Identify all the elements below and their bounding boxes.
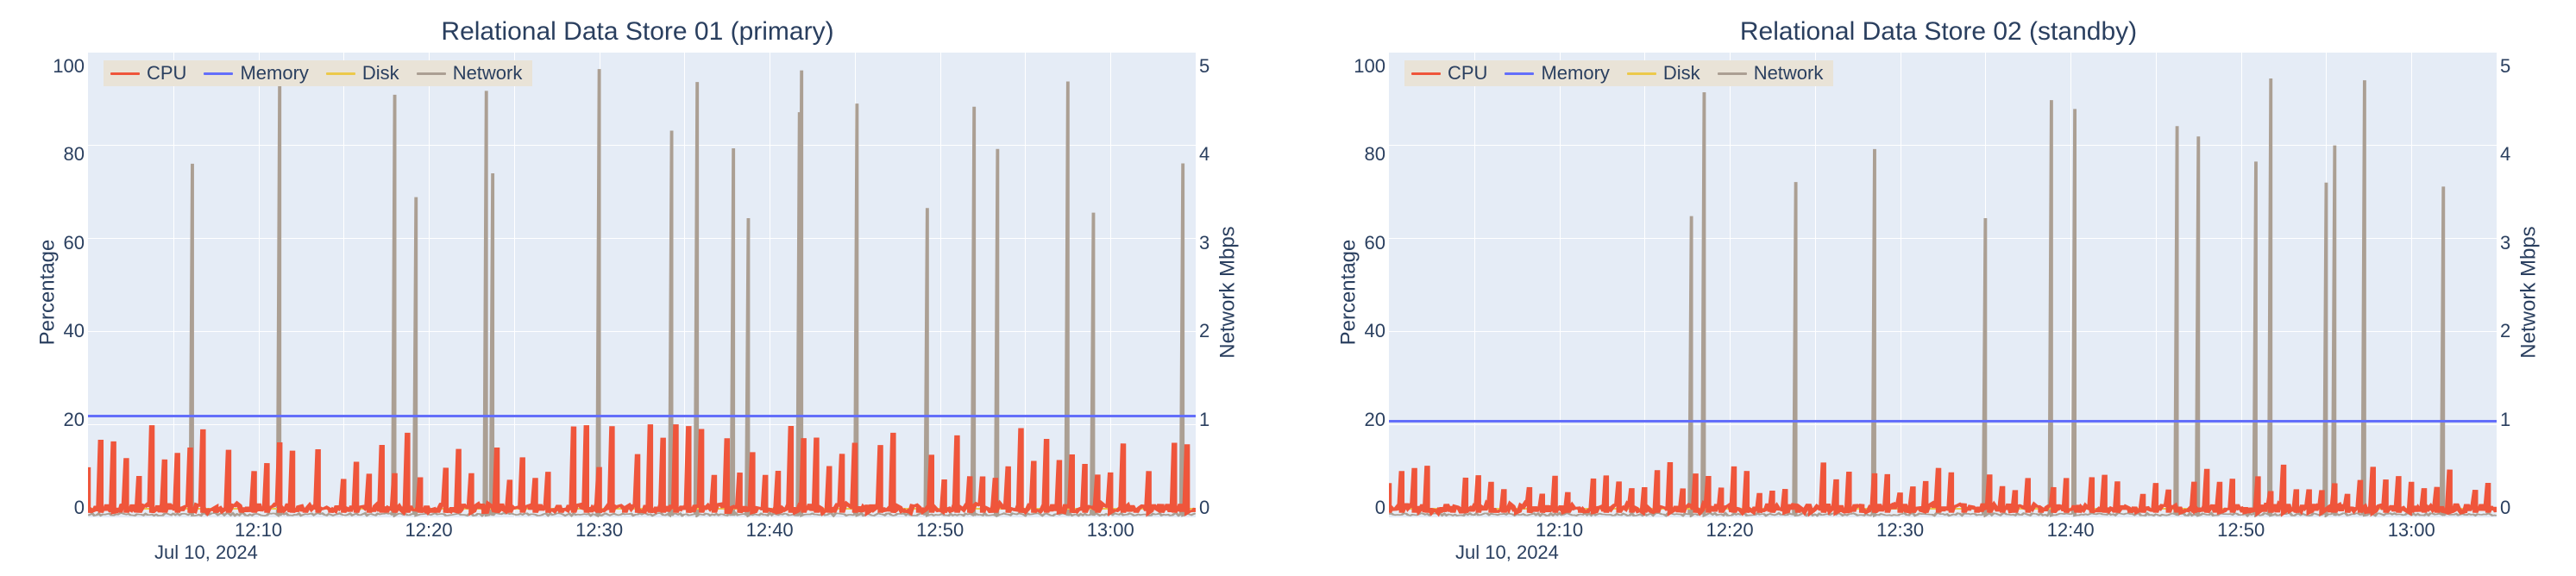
y-tick-right: 2 xyxy=(1199,320,1209,342)
legend: CPU Memory Disk Network xyxy=(104,60,532,86)
x-tick: 12:50 xyxy=(916,519,964,542)
legend-item-disk[interactable]: Disk xyxy=(1620,60,1711,86)
y-tick-right: 0 xyxy=(1199,497,1209,519)
y-tick-left: 80 xyxy=(1365,143,1385,166)
dashboard: Percentage Network Mbps Relational Data … xyxy=(0,0,2576,576)
plot-wrap: 100806040200 CPUMemoryDiskNetwork Jul 10… xyxy=(1335,52,2541,567)
legend-item-network[interactable]: Network xyxy=(1711,60,1834,86)
x-tick: 12:20 xyxy=(405,519,453,542)
x-axis-date: Jul 10, 2024 xyxy=(154,542,258,564)
x-tick: 12:40 xyxy=(746,519,794,542)
y-tick-right: 4 xyxy=(1199,143,1209,166)
legend-label: Disk xyxy=(1663,62,1700,85)
y-tick-right: 5 xyxy=(1199,55,1209,78)
y-tick-right: 4 xyxy=(2500,143,2510,166)
chart-panel-1: Percentage Network Mbps Relational Data … xyxy=(1335,17,2541,567)
x-tick: 12:10 xyxy=(1536,519,1583,542)
series-cpu xyxy=(1389,52,2497,517)
plot-column: CPU Memory Disk Network Jul 10, 2024 12:10 1… xyxy=(1389,52,2497,567)
x-tick: 12:30 xyxy=(1876,519,1924,542)
legend-label: Memory xyxy=(1541,62,1609,85)
y-tick-left: 40 xyxy=(64,320,85,342)
y-tick-left: 100 xyxy=(53,55,85,78)
y-axis-right: 5 4 3 2 1 0 xyxy=(2497,52,2541,567)
y-tick-left: 0 xyxy=(74,497,85,519)
y-tick-right: 2 xyxy=(2500,320,2510,342)
legend-item-cpu[interactable]: CPU xyxy=(104,60,197,86)
x-axis: Jul 10, 2024 12:10 12:20 12:30 12:40 12:50 13… xyxy=(1389,519,2497,567)
y-tick-left: 20 xyxy=(64,409,85,431)
legend-label: Disk xyxy=(362,62,399,85)
legend-swatch-icon xyxy=(417,72,446,75)
y-tick-left: 60 xyxy=(64,232,85,254)
chart-title: Relational Data Store 02 (standby) xyxy=(1335,17,2541,47)
legend-swatch-icon xyxy=(110,72,140,75)
x-axis-date: Jul 10, 2024 xyxy=(1455,542,1559,564)
legend-swatch-icon xyxy=(1411,72,1441,75)
legend-swatch-icon xyxy=(1627,72,1656,75)
legend-label: CPU xyxy=(1448,62,1487,85)
plot-column: CPU Memory Disk Network Jul 10, 2024 12:10 1… xyxy=(88,52,1196,567)
plot-wrap: 100806040200 CPUMemoryDiskNetwork Jul 10… xyxy=(35,52,1241,567)
y-tick-right: 1 xyxy=(1199,409,1209,431)
chart-panel-0: Percentage Network Mbps Relational Data … xyxy=(35,17,1241,567)
x-tick: 12:10 xyxy=(235,519,282,542)
x-tick: 13:00 xyxy=(1087,519,1134,542)
legend-item-network[interactable]: Network xyxy=(410,60,533,86)
chart-title: Relational Data Store 01 (primary) xyxy=(35,17,1241,47)
y-tick-left: 60 xyxy=(1365,232,1385,254)
legend: CPU Memory Disk Network xyxy=(1404,60,1833,86)
x-tick: 12:20 xyxy=(1706,519,1754,542)
series-cpu xyxy=(88,52,1196,517)
legend-item-cpu[interactable]: CPU xyxy=(1404,60,1498,86)
y-tick-right: 3 xyxy=(1199,232,1209,254)
legend-label: Network xyxy=(453,62,523,85)
legend-label: Network xyxy=(1754,62,1824,85)
legend-item-memory[interactable]: Memory xyxy=(197,60,318,86)
y-tick-left: 0 xyxy=(1375,497,1385,519)
x-tick: 12:30 xyxy=(575,519,623,542)
x-tick: 12:40 xyxy=(2047,519,2095,542)
x-axis: Jul 10, 2024 12:10 12:20 12:30 12:40 12:50 13… xyxy=(88,519,1196,567)
legend-swatch-icon xyxy=(1718,72,1747,75)
y-tick-left: 40 xyxy=(1365,320,1385,342)
y-tick-right: 5 xyxy=(2500,55,2510,78)
legend-label: Memory xyxy=(240,62,308,85)
y-axis-left: 100 80 60 40 20 0 xyxy=(35,52,88,567)
x-tick: 12:50 xyxy=(2217,519,2265,542)
plot-area[interactable]: CPU Memory Disk Network xyxy=(1389,52,2497,517)
legend-swatch-icon xyxy=(326,72,355,75)
legend-swatch-icon xyxy=(1505,72,1534,75)
y-tick-right: 3 xyxy=(2500,232,2510,254)
legend-swatch-icon xyxy=(204,72,233,75)
plot-area[interactable]: CPU Memory Disk Network xyxy=(88,52,1196,517)
y-tick-right: 1 xyxy=(2500,409,2510,431)
y-axis-right: 5 4 3 2 1 0 xyxy=(1196,52,1241,567)
y-tick-left: 80 xyxy=(64,143,85,166)
legend-label: CPU xyxy=(147,62,186,85)
legend-item-disk[interactable]: Disk xyxy=(319,60,410,86)
y-tick-right: 0 xyxy=(2500,497,2510,519)
legend-item-memory[interactable]: Memory xyxy=(1498,60,1619,86)
y-tick-left: 100 xyxy=(1354,55,1385,78)
y-tick-left: 20 xyxy=(1365,409,1385,431)
x-tick: 13:00 xyxy=(2388,519,2435,542)
y-axis-left: 100 80 60 40 20 0 xyxy=(1335,52,1389,567)
